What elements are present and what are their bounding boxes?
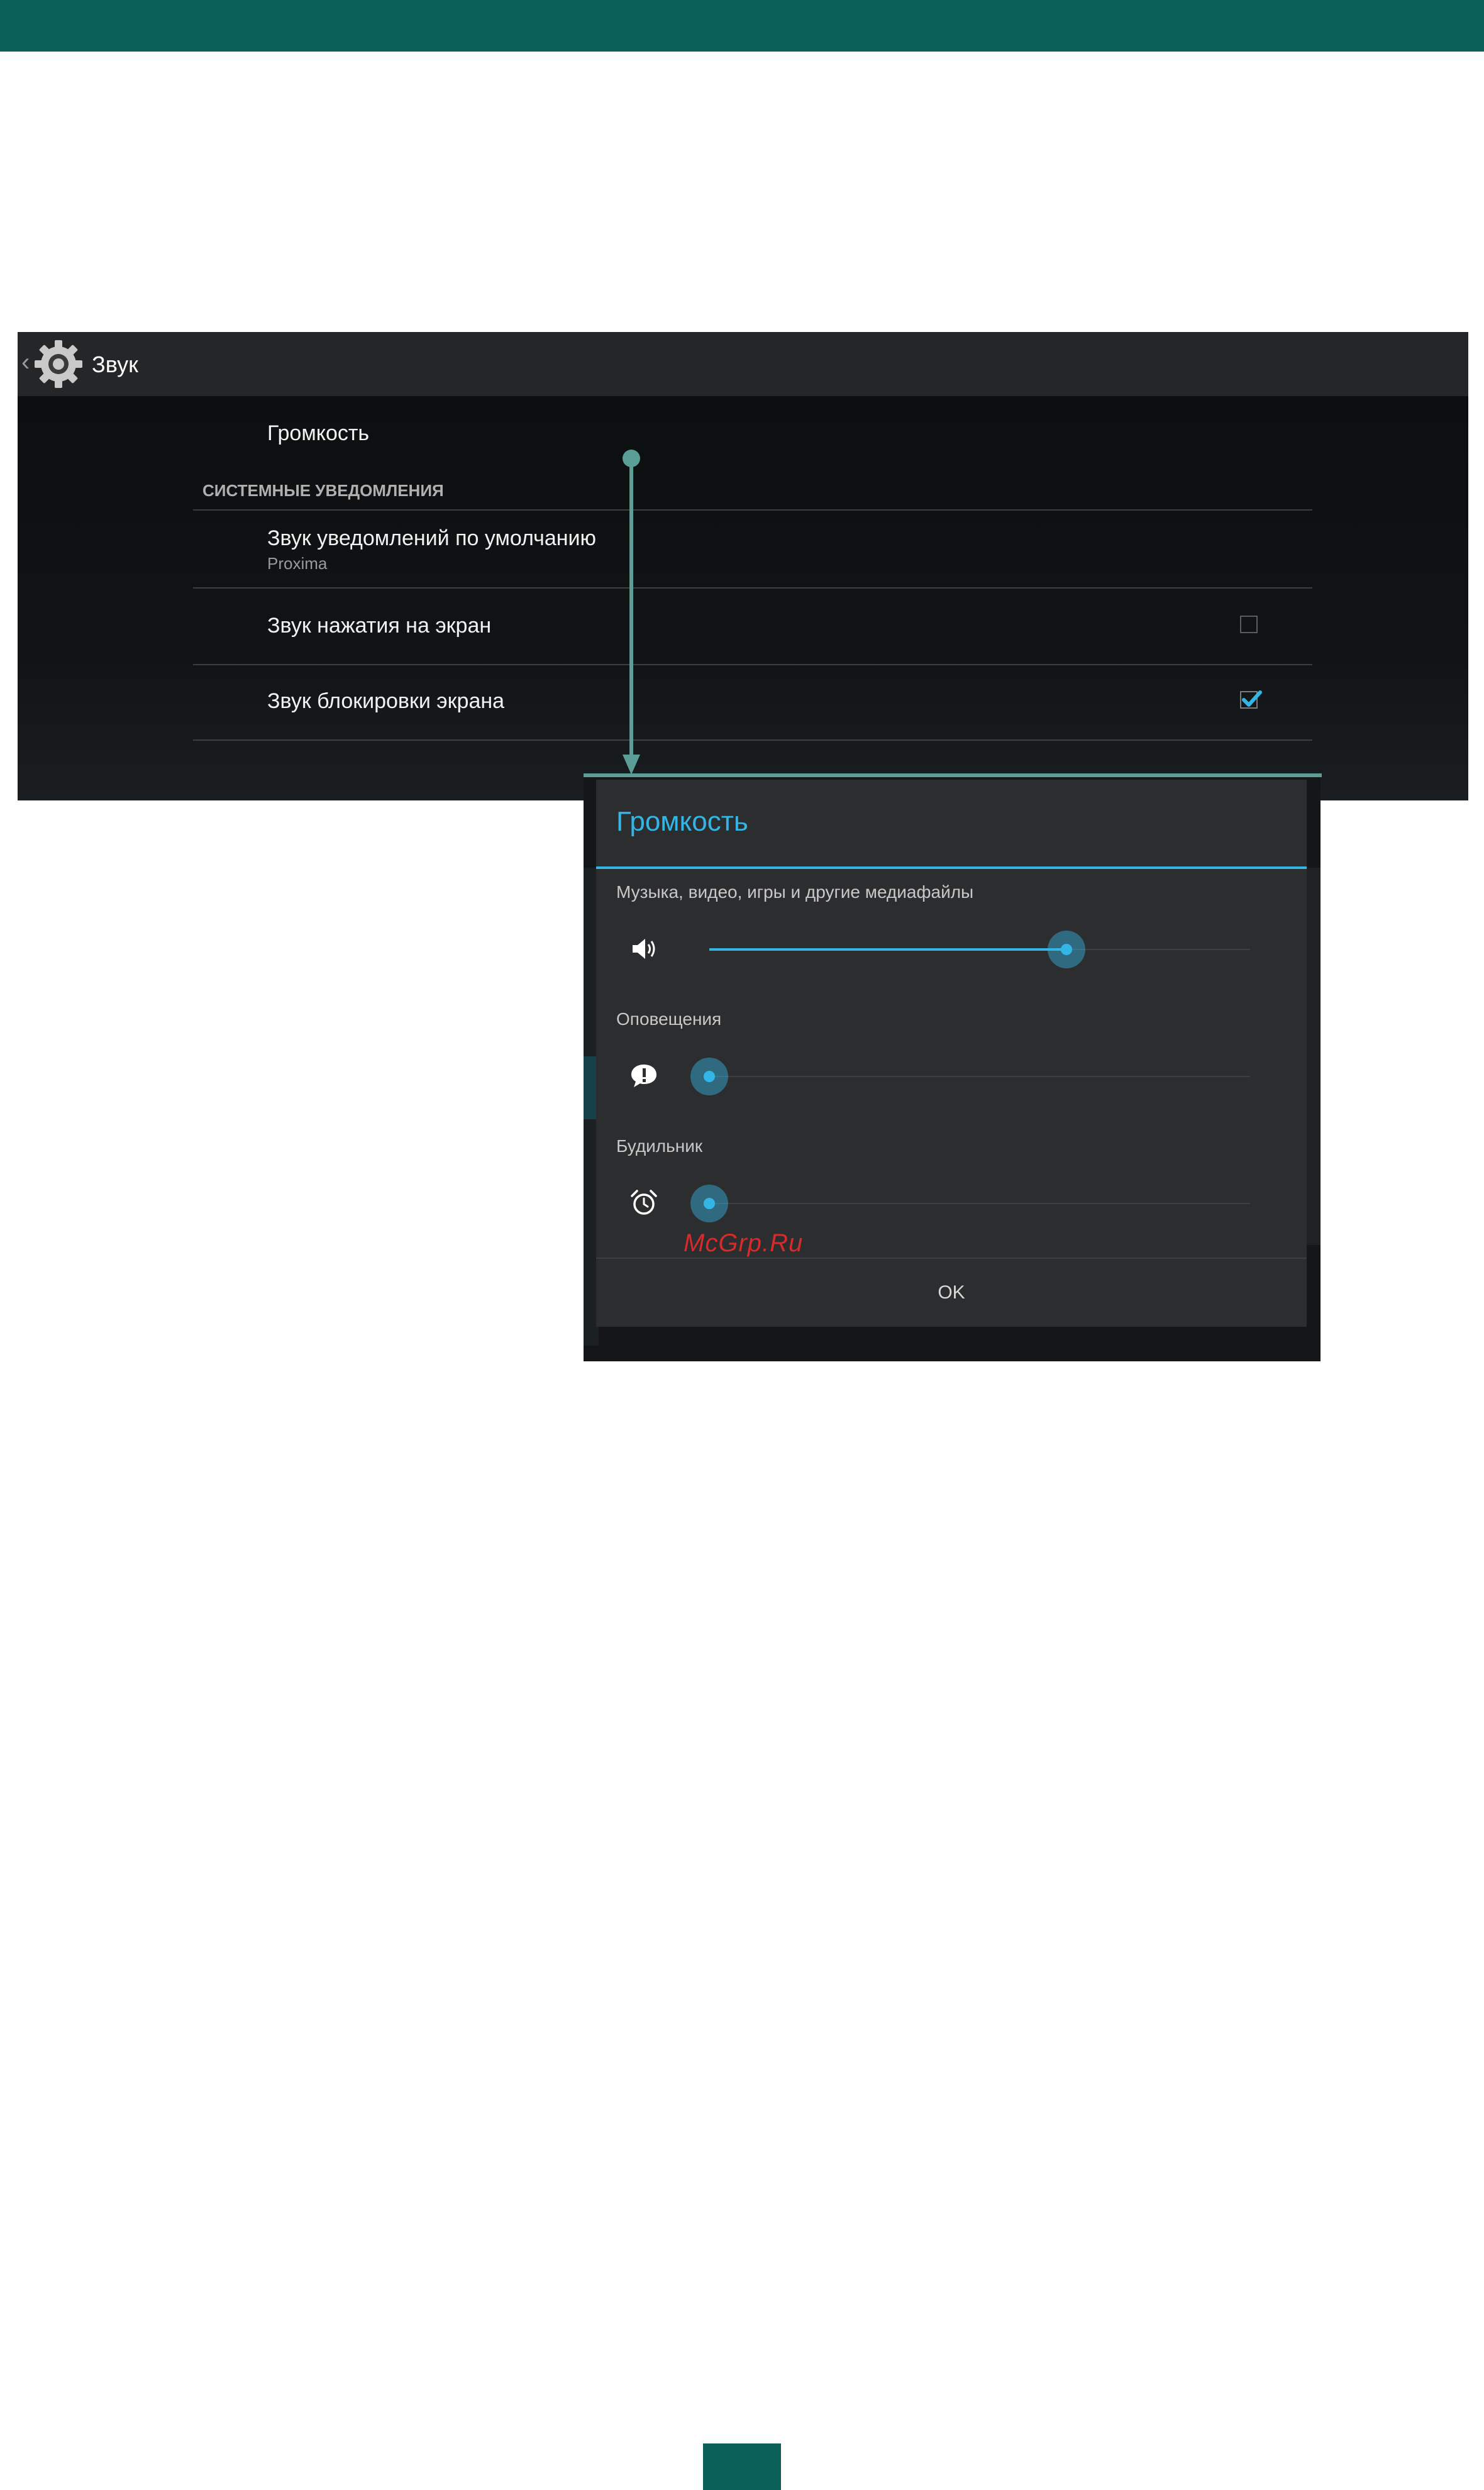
row-divider <box>193 739 1312 741</box>
speaker-icon[interactable] <box>629 934 659 964</box>
notification-volume-label: Оповещения <box>616 1009 722 1029</box>
screen-lock-sound-checkbox[interactable] <box>1240 690 1262 709</box>
notification-icon[interactable] <box>629 1061 659 1091</box>
row-divider <box>193 587 1312 589</box>
media-volume-label: Музыка, видео, игры и другие медиафайлы <box>616 882 974 902</box>
frame-accent-line <box>584 773 1321 777</box>
alarm-volume-slider[interactable] <box>690 1185 1250 1222</box>
slider-thumb[interactable] <box>690 1185 728 1222</box>
slider-track <box>709 1076 1250 1077</box>
dialog-title-divider <box>596 866 1307 869</box>
page-header-bar <box>0 0 1484 52</box>
default-notification-sound-value: Proxima <box>267 554 328 573</box>
checkmark-icon <box>1242 690 1262 707</box>
notification-volume-slider[interactable] <box>690 1058 1250 1095</box>
settings-gear-icon[interactable] <box>31 337 86 391</box>
slider-thumb[interactable] <box>690 1058 728 1095</box>
row-divider <box>193 664 1312 665</box>
touch-sound-row[interactable]: Звук нажатия на экран <box>267 612 491 639</box>
media-volume-slider[interactable] <box>690 931 1250 968</box>
slider-track <box>709 1203 1250 1204</box>
section-header: СИСТЕМНЫЕ УВЕДОМЛЕНИЯ <box>202 481 444 500</box>
back-caret-icon[interactable]: ‹ <box>21 350 30 375</box>
slider-fill <box>709 948 1066 951</box>
action-bar: ‹ Звук <box>18 332 1468 396</box>
page-number-tab <box>703 2443 781 2490</box>
sound-settings-screen: ‹ Звук Громкость СИСТЕМНЫЕ УВЕДОМЛЕНИЯ З… <box>18 332 1468 800</box>
volume-dialog-screen: Громкость Музыка, видео, игры и другие м… <box>584 773 1321 1361</box>
ok-button[interactable]: OK <box>596 1259 1307 1327</box>
action-bar-title: Звук <box>92 351 138 377</box>
touch-sound-checkbox[interactable] <box>1240 616 1258 633</box>
slider-thumb[interactable] <box>1047 931 1085 968</box>
watermark: McGrp.Ru <box>684 1229 804 1257</box>
dialog-title: Громкость <box>616 806 748 837</box>
default-notification-sound-row[interactable]: Звук уведомлений по умолчанию <box>267 525 596 551</box>
section-divider <box>193 509 1312 511</box>
alarm-volume-label: Будильник <box>616 1136 703 1156</box>
alarm-clock-icon[interactable] <box>629 1188 659 1218</box>
screen-lock-sound-row[interactable]: Звук блокировки экрана <box>267 688 504 714</box>
volume-row[interactable]: Громкость <box>267 420 369 446</box>
